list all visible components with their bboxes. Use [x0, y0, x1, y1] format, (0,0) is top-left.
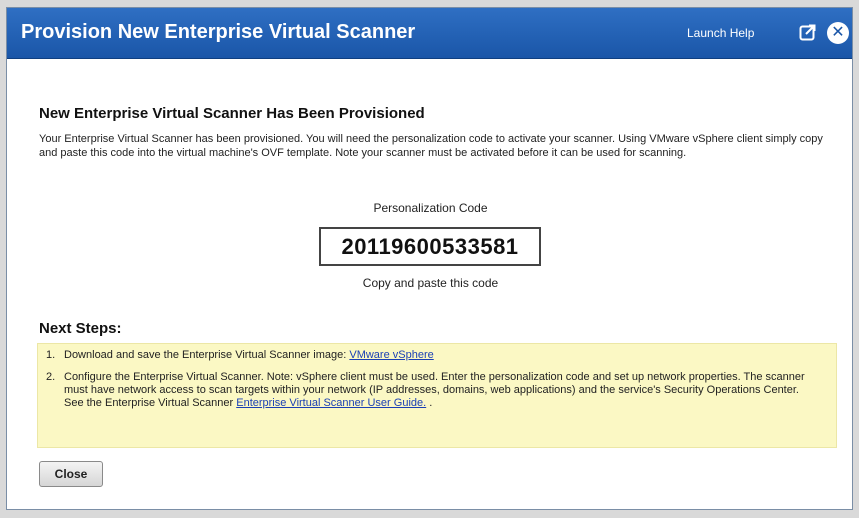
- vmware-vsphere-link[interactable]: VMware vSphere: [349, 349, 433, 361]
- page-title: New Enterprise Virtual Scanner Has Been …: [39, 105, 425, 122]
- dialog-titlebar: Provision New Enterprise Virtual Scanner…: [7, 8, 852, 59]
- personalization-code-field[interactable]: 20119600533581: [319, 227, 541, 266]
- personalization-code-label: Personalization Code: [373, 201, 488, 215]
- step-text: Download and save the Enterprise Virtual…: [64, 349, 350, 361]
- step-suffix: .: [426, 397, 433, 409]
- dialog-title: Provision New Enterprise Virtual Scanner: [21, 21, 416, 43]
- user-guide-link[interactable]: Enterprise Virtual Scanner User Guide.: [236, 397, 426, 409]
- dialog-content: New Enterprise Virtual Scanner Has Been …: [7, 58, 852, 509]
- step-text: Configure the Enterprise Virtual Scanner…: [64, 371, 805, 409]
- next-steps-title: Next Steps:: [39, 320, 122, 337]
- next-step-2: 2. Configure the Enterprise Virtual Scan…: [46, 371, 816, 409]
- next-step-1: 1. Download and save the Enterprise Virtu…: [46, 349, 826, 362]
- step-number: 2.: [46, 371, 56, 383]
- launch-help-link[interactable]: Launch Help: [687, 26, 754, 40]
- intro-text: Your Enterprise Virtual Scanner has been…: [39, 133, 823, 159]
- close-icon[interactable]: ✕: [827, 22, 849, 44]
- next-steps-panel: 1. Download and save the Enterprise Virtu…: [37, 343, 837, 448]
- close-button[interactable]: Close: [39, 461, 103, 487]
- provision-dialog: Provision New Enterprise Virtual Scanner…: [6, 7, 853, 510]
- popout-icon[interactable]: [799, 23, 817, 41]
- step-body: Configure the Enterprise Virtual Scanner…: [64, 371, 814, 410]
- copy-hint: Copy and paste this code: [362, 276, 499, 290]
- step-number: 1.: [46, 349, 56, 361]
